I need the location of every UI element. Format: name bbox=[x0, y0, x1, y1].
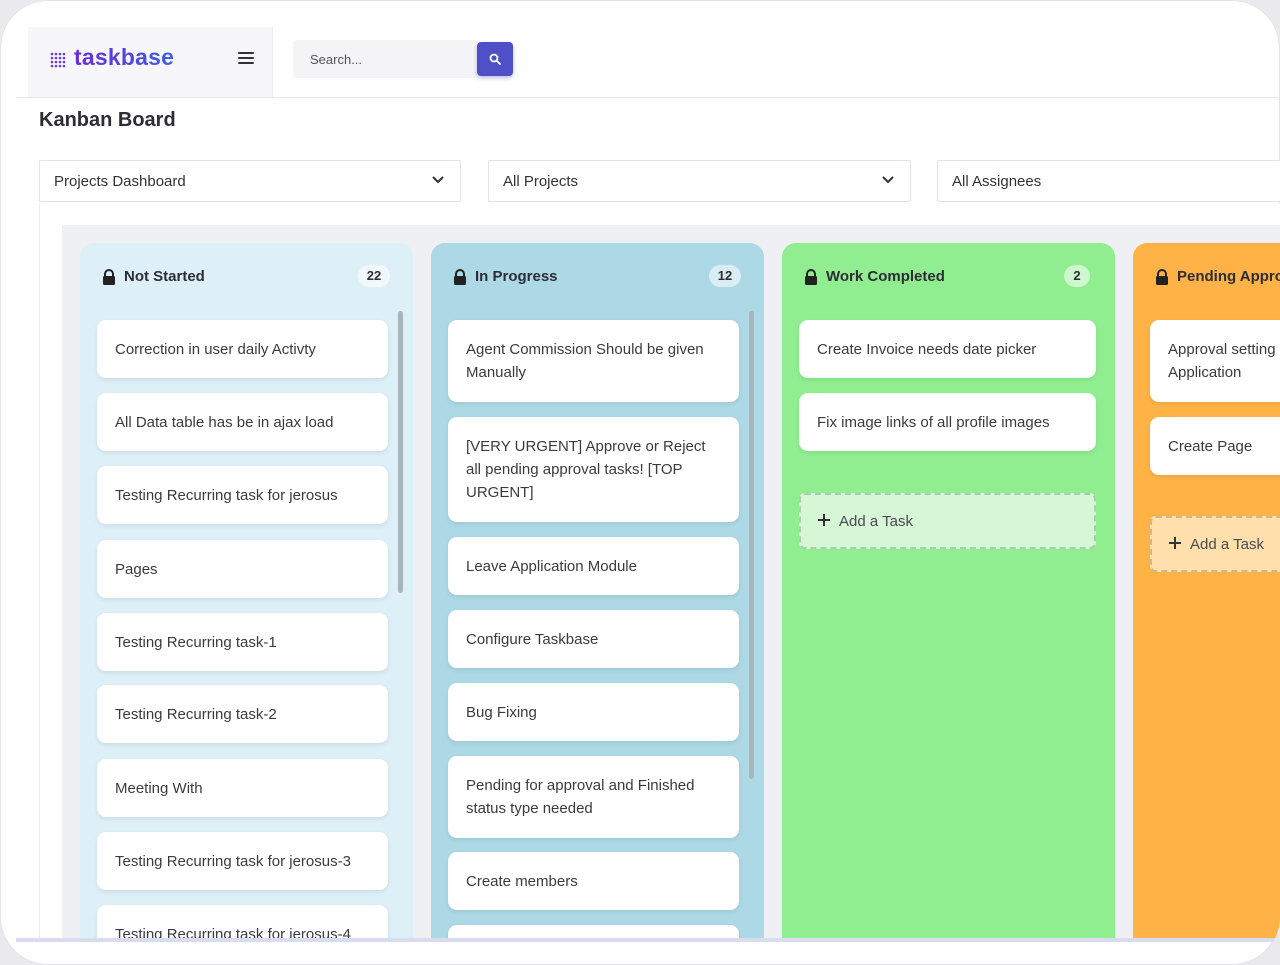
column-header: In Progress 12 bbox=[431, 243, 764, 309]
logo-dots-icon bbox=[50, 52, 66, 68]
column-in-progress: In Progress 12 Agent Commission Should b… bbox=[431, 243, 764, 940]
add-task-label: Add a Task bbox=[1190, 536, 1264, 553]
task-card[interactable]: Bug Fixing bbox=[448, 683, 739, 741]
column-work-completed: Work Completed 2 Create Invoice needs da… bbox=[782, 243, 1115, 940]
task-card[interactable]: Testing Recurring task-1 bbox=[97, 613, 388, 671]
plus-icon bbox=[1169, 537, 1181, 549]
column-not-started: Not Started 22 Correction in user daily … bbox=[80, 243, 413, 940]
hamburger-menu-icon[interactable] bbox=[238, 52, 254, 66]
task-card[interactable]: Create Invoice needs date picker bbox=[799, 320, 1096, 378]
lock-icon bbox=[454, 269, 466, 285]
task-card[interactable]: Meeting With bbox=[97, 759, 388, 817]
task-card[interactable]: Create Page bbox=[1150, 417, 1280, 475]
task-card[interactable]: Pages bbox=[97, 540, 388, 598]
task-card[interactable]: Testing Recurring task-2 bbox=[97, 685, 388, 743]
chevron-down-icon bbox=[882, 176, 894, 184]
add-task-button[interactable]: Add a Task bbox=[1150, 516, 1280, 572]
add-task-button[interactable]: Add a Task bbox=[799, 493, 1096, 549]
column-title: Pending Approval bbox=[1177, 268, 1280, 285]
column-header: Work Completed 2 bbox=[782, 243, 1115, 309]
brand-logo[interactable]: taskbase bbox=[74, 44, 174, 71]
brand-area: taskbase bbox=[28, 27, 273, 97]
filter-label: Projects Dashboard bbox=[54, 173, 186, 190]
lock-icon bbox=[805, 269, 817, 285]
task-card[interactable]: [VERY URGENT] Approve or Reject all pend… bbox=[448, 417, 739, 522]
task-card[interactable]: Approval setting Application bbox=[1150, 320, 1280, 402]
task-card[interactable]: Testing Recurring task for jerosus-3 bbox=[97, 832, 388, 890]
search-button[interactable] bbox=[477, 42, 513, 76]
task-card[interactable]: Agent Commission Should be given Manuall… bbox=[448, 320, 739, 402]
task-card[interactable]: Testing Recurring task for jerosus bbox=[97, 466, 388, 524]
project-dashboard-select[interactable]: Projects Dashboard bbox=[39, 160, 461, 202]
app-frame: taskbase Kanban Board Projects Dashboard… bbox=[0, 0, 1280, 965]
lock-icon bbox=[103, 269, 115, 285]
column-header: Not Started 22 bbox=[80, 243, 413, 309]
plus-icon bbox=[818, 514, 830, 526]
task-count-badge: 12 bbox=[709, 265, 741, 287]
column-header: Pending Approval bbox=[1133, 243, 1280, 309]
all-assignees-select[interactable]: All Assignees bbox=[937, 160, 1280, 202]
column-scrollbar[interactable] bbox=[398, 311, 403, 593]
lock-icon bbox=[1156, 269, 1168, 285]
search-input[interactable] bbox=[293, 40, 477, 78]
column-pending-approval: Pending Approval Approval setting Applic… bbox=[1133, 243, 1280, 940]
task-card[interactable]: Create members bbox=[448, 852, 739, 910]
add-task-label: Add a Task bbox=[839, 513, 913, 530]
all-projects-select[interactable]: All Projects bbox=[488, 160, 911, 202]
filter-label: All Assignees bbox=[952, 173, 1042, 190]
bottom-scrollbar-track[interactable] bbox=[16, 938, 1280, 942]
task-card[interactable]: Fix image links of all profile images bbox=[799, 393, 1096, 451]
task-count-badge: 22 bbox=[358, 265, 390, 287]
task-card[interactable]: Correction in user daily Activty bbox=[97, 320, 388, 378]
task-card[interactable]: Pending for approval and Finished status… bbox=[448, 756, 739, 838]
header-divider bbox=[16, 97, 1280, 98]
task-card[interactable]: Leave Application Module bbox=[448, 537, 739, 595]
column-title: In Progress bbox=[475, 268, 558, 285]
column-scrollbar[interactable] bbox=[749, 311, 754, 779]
filter-label: All Projects bbox=[503, 173, 579, 190]
chevron-down-icon bbox=[432, 176, 444, 184]
column-title: Work Completed bbox=[826, 268, 945, 285]
task-card[interactable]: All Data table has be in ajax load bbox=[97, 393, 388, 451]
task-count-badge: 2 bbox=[1064, 265, 1090, 287]
task-card[interactable]: Configure Taskbase bbox=[448, 610, 739, 668]
search-icon bbox=[489, 53, 501, 65]
task-card[interactable]: Testing Recurring task for jerosus-4 bbox=[97, 905, 388, 940]
column-title: Not Started bbox=[124, 268, 205, 285]
page-title: Kanban Board bbox=[39, 109, 176, 131]
